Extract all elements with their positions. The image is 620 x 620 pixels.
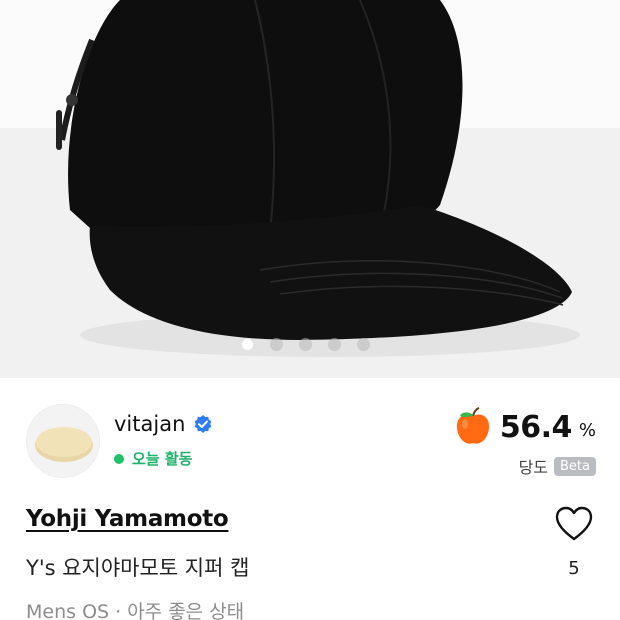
avatar[interactable] xyxy=(26,404,100,478)
soap-bar-avatar-image xyxy=(27,405,99,477)
beta-badge: Beta xyxy=(554,456,596,476)
sweetness-value: 56.4 xyxy=(499,409,573,445)
seller-row: vitajan 오늘 활동 56.4 % 당도 Beta xyxy=(26,404,596,480)
carousel-dot-active[interactable] xyxy=(240,338,254,351)
seller-name[interactable]: vitajan xyxy=(114,412,185,436)
carousel-dot[interactable] xyxy=(298,338,312,351)
activity-status: 오늘 활동 xyxy=(114,448,192,469)
heart-icon xyxy=(555,506,593,541)
sweetness-unit: % xyxy=(578,419,596,441)
like-count: 5 xyxy=(568,558,580,579)
product-image[interactable] xyxy=(0,0,620,378)
status-dot-icon xyxy=(114,453,124,464)
sweetness-label: 당도 xyxy=(518,458,549,477)
verified-check-icon xyxy=(194,415,212,433)
cap-photo xyxy=(0,0,620,378)
like-button[interactable] xyxy=(552,502,596,546)
carousel-dot[interactable] xyxy=(327,338,341,351)
apple-icon xyxy=(456,407,489,444)
brand-link[interactable]: Yohji Yamamoto xyxy=(26,506,229,532)
carousel-dots[interactable] xyxy=(0,338,615,351)
sweetness-rating[interactable]: 56.4 % 당도 Beta xyxy=(452,406,596,478)
carousel-dot[interactable] xyxy=(269,338,283,351)
product-title: Y's 요지야마모토 지퍼 캡 xyxy=(26,556,250,580)
seller-name-row[interactable]: vitajan xyxy=(114,412,213,436)
product-meta: Mens OS · 아주 좋은 상태 xyxy=(26,601,245,620)
carousel-dot[interactable] xyxy=(356,338,370,351)
status-text: 오늘 활동 xyxy=(132,450,193,468)
